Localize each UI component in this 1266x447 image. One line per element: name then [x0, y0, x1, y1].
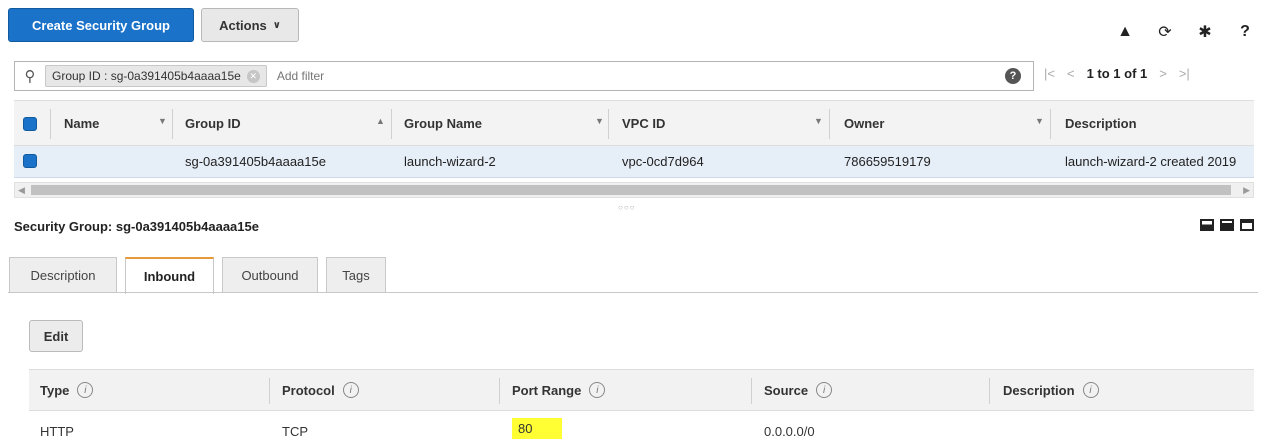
cell-vpc-id: vpc-0cd7d964 [622, 154, 704, 169]
search-icon: ⚲ [24, 68, 36, 85]
prev-page-icon[interactable]: < [1067, 66, 1075, 81]
tab-inbound[interactable]: Inbound [125, 257, 214, 294]
sort-icon[interactable]: ▼ [814, 116, 823, 126]
filter-token-label: Group ID : sg-0a391405b4aaaa15e [52, 69, 241, 83]
table-row[interactable]: sg-0a391405b4aaaa15e launch-wizard-2 vpc… [14, 146, 1254, 178]
info-icon[interactable]: i [77, 382, 94, 398]
actions-button[interactable]: Actions ∨ [201, 8, 299, 42]
layout-icons [1200, 219, 1254, 231]
help-icon[interactable]: ? [1236, 23, 1254, 41]
rules-col-source: Source i [764, 382, 833, 398]
filter-token[interactable]: Group ID : sg-0a391405b4aaaa15e ✕ [45, 65, 267, 87]
add-filter-input[interactable] [276, 69, 1005, 83]
first-page-icon[interactable]: |< [1044, 66, 1055, 81]
cell-group-name: launch-wizard-2 [404, 154, 496, 169]
info-icon[interactable]: i [589, 382, 606, 398]
info-icon[interactable]: i [1082, 382, 1099, 398]
info-icon[interactable]: i [816, 382, 833, 398]
create-security-group-button[interactable]: Create Security Group [8, 8, 194, 42]
rule-port-range: 80 [512, 418, 563, 439]
scroll-left-icon[interactable]: ◀ [18, 183, 25, 197]
tab-tags[interactable]: Tags [326, 257, 386, 293]
rules-col-description: Description i [1003, 382, 1099, 398]
grid-header: Name ▼ Group ID ▲ Group Name ▼ VPC ID ▼ … [14, 100, 1254, 146]
layout-bottom-icon[interactable] [1200, 219, 1214, 231]
row-checkbox[interactable] [23, 154, 37, 168]
chevron-down-icon: ∨ [272, 19, 281, 31]
cell-group-id: sg-0a391405b4aaaa15e [185, 154, 326, 169]
col-group-name[interactable]: Group Name [404, 116, 482, 131]
rules-col-protocol: Protocol i [282, 382, 359, 398]
tabs-divider [8, 292, 1258, 293]
col-group-id[interactable]: Group ID [185, 116, 241, 131]
sort-icon[interactable]: ▼ [1035, 116, 1044, 126]
resize-grip-icon[interactable]: ○○○ [618, 203, 636, 212]
col-name[interactable]: Name [64, 116, 99, 131]
rules-header: Type i Protocol i Port Range i Source i Desc… [29, 369, 1254, 411]
scrollbar-thumb[interactable] [31, 185, 1231, 195]
rule-source: 0.0.0.0/0 [764, 424, 815, 439]
pagination: |< < 1 to 1 of 1 > >| [1044, 66, 1190, 81]
scroll-right-icon[interactable]: ▶ [1243, 183, 1250, 197]
cell-owner: 786659519179 [844, 154, 931, 169]
tab-outbound[interactable]: Outbound [222, 257, 318, 293]
remove-filter-icon[interactable]: ✕ [246, 69, 260, 83]
refresh-icon[interactable]: ⟳ [1156, 22, 1174, 42]
next-page-icon[interactable]: > [1159, 66, 1167, 81]
filter-bar[interactable]: ⚲ Group ID : sg-0a391405b4aaaa15e ✕ ? [14, 61, 1034, 91]
pager-text: 1 to 1 of 1 [1086, 66, 1148, 81]
rules-col-port-range: Port Range i [512, 382, 606, 398]
info-icon[interactable]: i [342, 382, 359, 398]
edit-button[interactable]: Edit [29, 320, 83, 352]
sort-icon[interactable]: ▼ [595, 116, 604, 126]
layout-large-icon[interactable] [1220, 219, 1234, 231]
flask-icon[interactable]: ▲ [1116, 23, 1134, 41]
actions-label: Actions [219, 17, 267, 33]
select-all-checkbox[interactable] [23, 117, 37, 131]
col-vpc-id[interactable]: VPC ID [622, 116, 665, 131]
horizontal-scrollbar[interactable]: ◀ ▶ [14, 182, 1254, 198]
rule-type: HTTP [40, 424, 74, 439]
table-row: HTTP TCP 80 0.0.0.0/0 [29, 411, 1254, 447]
tab-description[interactable]: Description [9, 257, 117, 293]
toolbar-icons: ▲ ⟳ ✱ ? [1116, 22, 1254, 42]
rules-col-type: Type i [40, 382, 94, 398]
detail-title: Security Group: sg-0a391405b4aaaa15e [14, 219, 259, 234]
col-owner[interactable]: Owner [844, 116, 884, 131]
sort-asc-icon[interactable]: ▲ [376, 116, 385, 126]
layout-full-icon[interactable] [1240, 219, 1254, 231]
col-description[interactable]: Description [1065, 116, 1137, 131]
gear-icon[interactable]: ✱ [1196, 22, 1214, 42]
cell-description: launch-wizard-2 created 2019 [1065, 154, 1237, 169]
sort-icon[interactable]: ▼ [158, 116, 167, 126]
last-page-icon[interactable]: >| [1179, 66, 1190, 81]
rule-protocol: TCP [282, 424, 308, 439]
filter-help-icon[interactable]: ? [1005, 68, 1021, 84]
